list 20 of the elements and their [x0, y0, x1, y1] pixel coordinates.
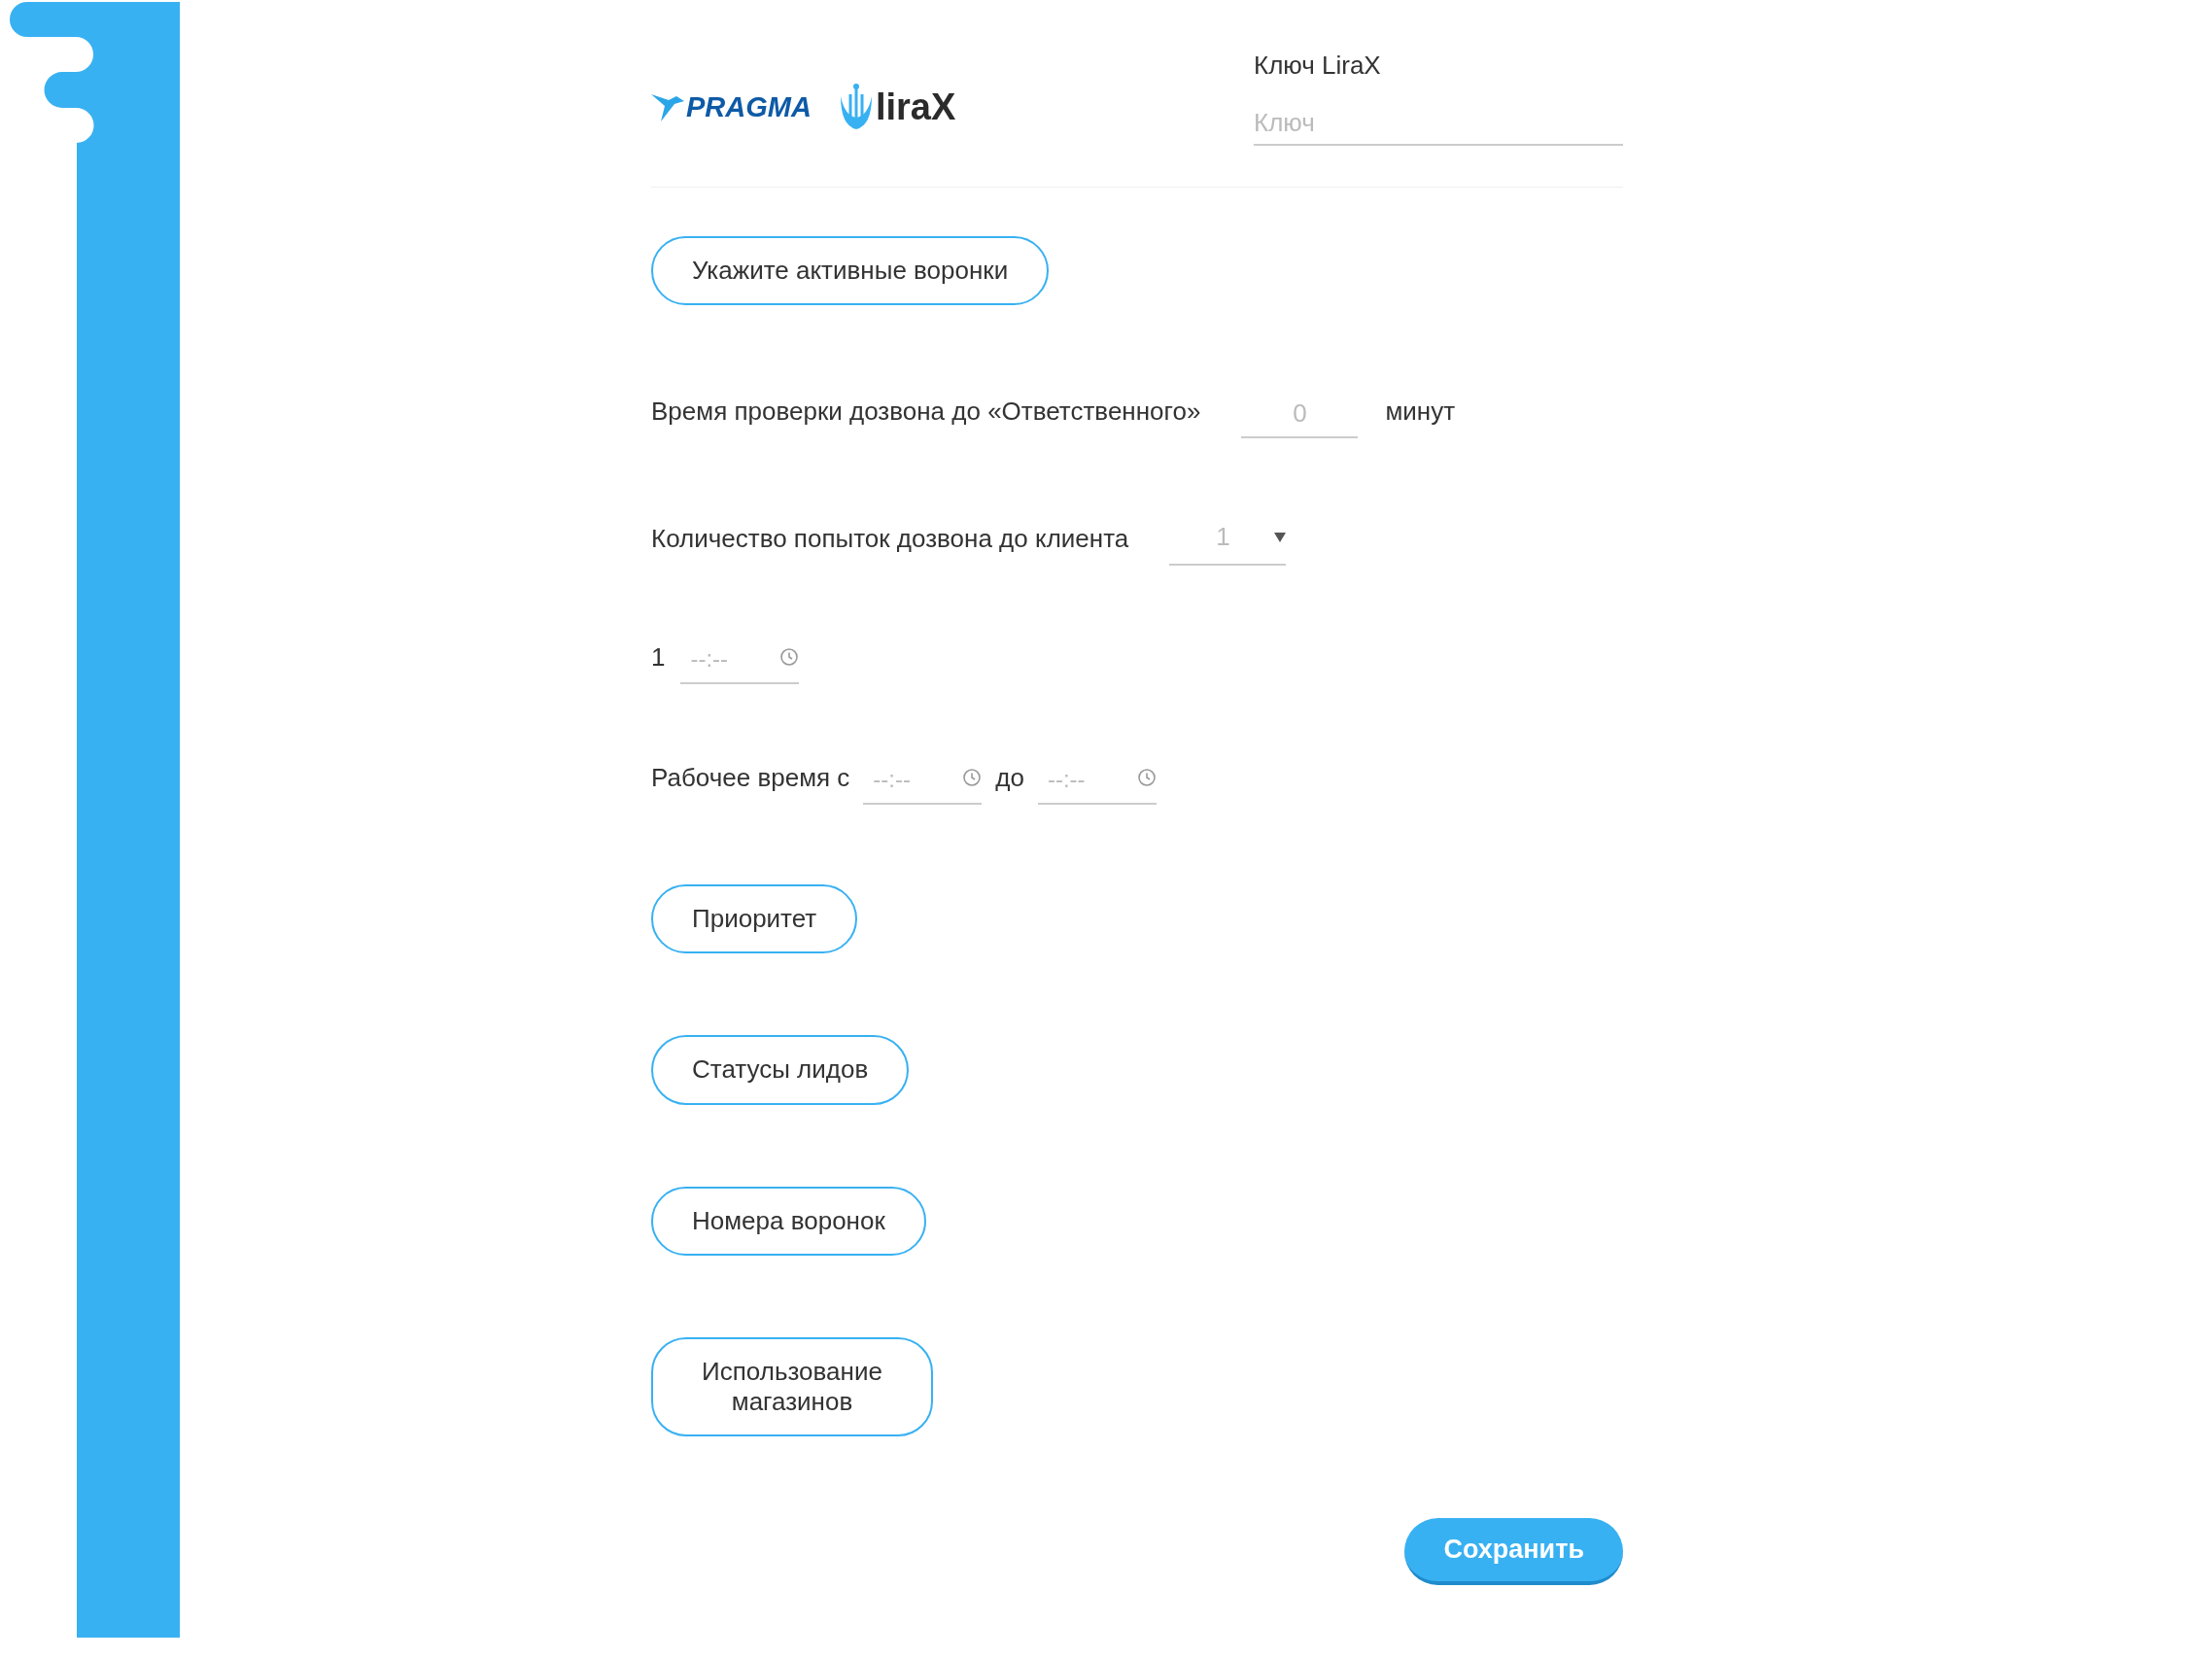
caret-icon: [1274, 532, 1287, 542]
bird-icon: [651, 92, 684, 121]
clock-icon[interactable]: [962, 768, 983, 788]
settings-button[interactable]: Статусы лидов: [651, 1035, 910, 1105]
clock-icon[interactable]: [779, 647, 800, 668]
working-time-label: Рабочее время с: [651, 763, 850, 795]
attempt-number: 1: [651, 642, 666, 674]
lirax-logo: liraX: [838, 83, 956, 131]
settings-button[interactable]: Использование магазинов: [651, 1336, 933, 1437]
attempts-label: Количество попыток дозвона до клиента: [651, 524, 1129, 556]
settings-button[interactable]: Номера воронок: [651, 1186, 926, 1256]
pragma-logo: PRAGMA: [651, 90, 812, 123]
clock-icon[interactable]: [1136, 768, 1157, 788]
minutes-unit: минут: [1385, 397, 1456, 429]
separator-label: до: [995, 763, 1024, 795]
settings-button[interactable]: Приоритет: [651, 884, 858, 954]
funnels-button[interactable]: Укажите активные воронки: [651, 236, 1050, 306]
check-time-label: Время проверки дозвона до «Ответственного»: [651, 397, 1201, 429]
tulip-icon: [838, 83, 874, 131]
key-label: Ключ LiraX: [1254, 51, 1382, 81]
